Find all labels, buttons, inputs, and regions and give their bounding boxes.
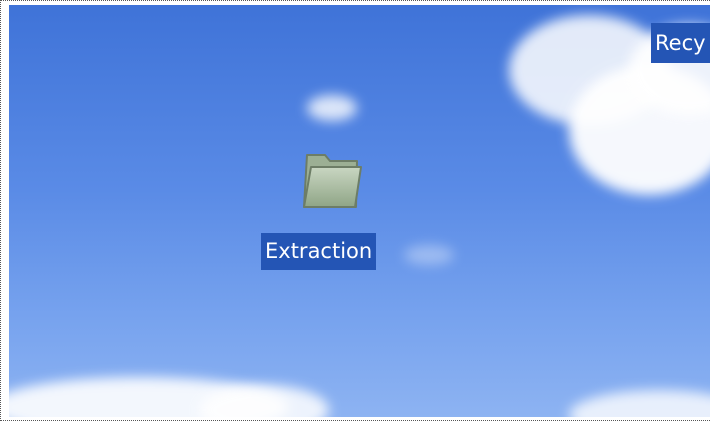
icon-label: Extraction [261,233,377,270]
folder-icon [303,154,362,208]
desktop-icon-extraction[interactable]: Extraction [261,149,401,270]
cloud [307,95,357,121]
cloud [569,390,710,417]
desktop-icon-recycle-bin[interactable]: Recy [651,23,710,67]
screen-frame: Extraction Recy [0,0,710,421]
cloud [404,245,454,265]
desktop-background[interactable]: Extraction Recy [9,5,710,417]
icon-label: Recy [651,23,710,63]
